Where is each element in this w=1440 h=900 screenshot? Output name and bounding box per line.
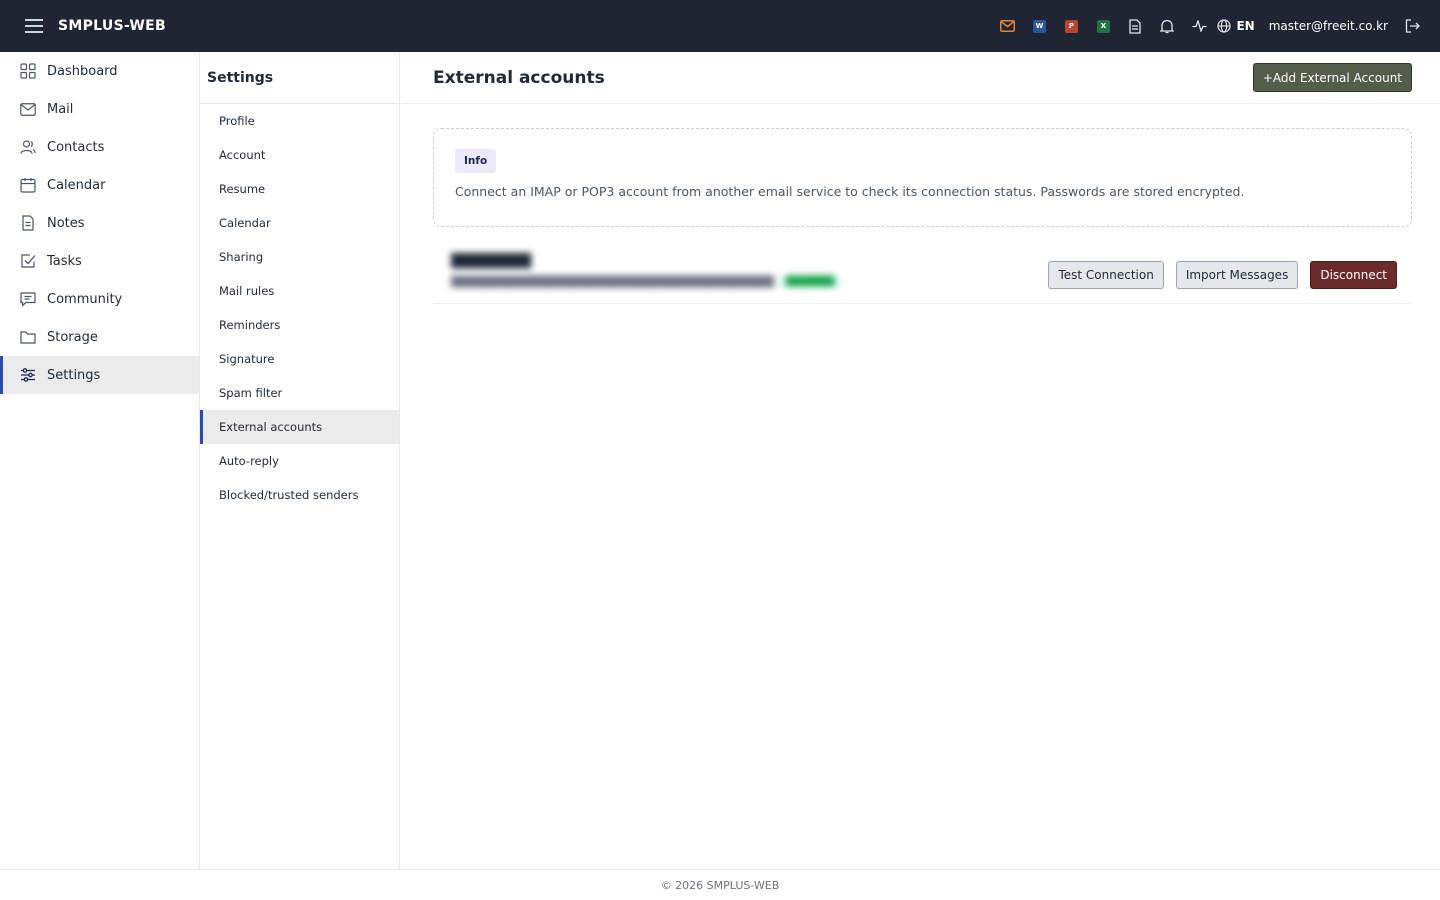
folder-icon <box>20 331 36 344</box>
contacts-icon <box>20 140 36 154</box>
add-external-account-button[interactable]: +Add External Account <box>1252 63 1412 92</box>
sidebar-item-label: Dashboard <box>47 63 118 79</box>
settings-nav-title: Settings <box>200 52 399 104</box>
note-icon <box>22 215 34 231</box>
sidebar-item-label: Mail <box>47 101 74 117</box>
account-actions: Test Connection Import Messages Disconne… <box>1048 261 1397 289</box>
sidebar-item-label: Settings <box>47 367 101 383</box>
sidebar-item-community[interactable]: Community <box>0 280 199 318</box>
settings-item-auto-reply[interactable]: Auto-reply <box>200 444 399 478</box>
footer: © 2026 SMPLUS-WEB <box>0 869 1440 900</box>
settings-item-mail-rules[interactable]: Mail rules <box>200 274 399 308</box>
settings-item-spam-filter[interactable]: Spam filter <box>200 376 399 410</box>
disconnect-button[interactable]: Disconnect <box>1310 261 1397 289</box>
info-text: Connect an IMAP or POP3 account from ano… <box>455 184 1245 199</box>
info-badge: Info <box>455 149 497 173</box>
menu-icon[interactable] <box>16 8 52 44</box>
external-account-row: ████████ ███████████████████████████████… <box>433 246 1412 304</box>
powerpoint-icon[interactable]: P <box>1055 10 1087 42</box>
settings-item-blocked-trusted-senders[interactable]: Blocked/trusted senders <box>200 478 399 512</box>
excel-letter: X <box>1096 19 1110 33</box>
sidebar-item-label: Community <box>47 291 123 307</box>
chat-icon <box>20 292 36 307</box>
language-switcher[interactable]: EN <box>1217 19 1255 33</box>
sidebar-item-storage[interactable]: Storage <box>0 318 199 356</box>
sidebar-item-contacts[interactable]: Contacts <box>0 128 199 166</box>
sidebar-item-label: Tasks <box>47 253 82 269</box>
main-content: External accounts +Add External Account … <box>401 52 1440 869</box>
settings-item-account[interactable]: Account <box>200 138 399 172</box>
test-connection-button[interactable]: Test Connection <box>1048 261 1164 289</box>
sidebar-item-settings[interactable]: Settings <box>0 356 199 394</box>
excel-icon[interactable]: X <box>1087 10 1119 42</box>
sidebar-item-label: Calendar <box>47 177 106 193</box>
task-icon <box>21 254 36 268</box>
calendar-icon <box>20 178 36 193</box>
sidebar: Dashboard Mail Contacts Calendar Notes T… <box>0 52 200 869</box>
bell-icon[interactable] <box>1151 10 1183 42</box>
settings-nav: Settings Profile Account Resume Calendar… <box>200 52 400 869</box>
sidebar-item-label: Notes <box>47 215 85 231</box>
sidebar-item-label: Storage <box>47 329 98 345</box>
settings-item-resume[interactable]: Resume <box>200 172 399 206</box>
account-meta-redacted: ████████████████████████████████████████… <box>451 276 841 288</box>
settings-item-external-accounts[interactable]: External accounts <box>200 410 399 444</box>
app-title: SMPLUS-WEB <box>58 18 167 34</box>
settings-item-calendar[interactable]: Calendar <box>200 206 399 240</box>
mail-icon[interactable] <box>991 10 1023 42</box>
sidebar-item-label: Contacts <box>47 139 105 155</box>
info-panel: Info Connect an IMAP or POP3 account fro… <box>433 128 1412 227</box>
settings-item-reminders[interactable]: Reminders <box>200 308 399 342</box>
sidebar-item-tasks[interactable]: Tasks <box>0 242 199 280</box>
sidebar-item-calendar[interactable]: Calendar <box>0 166 199 204</box>
powerpoint-letter: P <box>1064 19 1078 33</box>
account-details-redacted: ████████ ███████████████████████████████… <box>451 254 841 288</box>
logout-icon[interactable] <box>1396 10 1428 42</box>
settings-item-sharing[interactable]: Sharing <box>200 240 399 274</box>
top-bar-actions: W P X EN master@freeit.co.kr <box>991 0 1440 52</box>
user-email[interactable]: master@freeit.co.kr <box>1269 19 1388 33</box>
mail-icon <box>20 102 36 116</box>
activity-icon[interactable] <box>1183 10 1215 42</box>
top-bar: SMPLUS-WEB W P X EN master@freeit.co.kr <box>0 0 1440 52</box>
word-icon[interactable]: W <box>1023 10 1055 42</box>
word-letter: W <box>1032 19 1046 33</box>
sidebar-item-dashboard[interactable]: Dashboard <box>0 52 199 90</box>
grid-icon <box>20 63 36 79</box>
import-messages-button[interactable]: Import Messages <box>1175 261 1299 289</box>
account-address-redacted: ████████████████████████████████████████… <box>451 276 774 288</box>
page-title: External accounts <box>433 67 605 88</box>
language-label: EN <box>1236 19 1255 33</box>
settings-item-profile[interactable]: Profile <box>200 104 399 138</box>
account-name-redacted: ████████ <box>451 254 531 269</box>
globe-icon <box>1217 19 1232 33</box>
sidebar-item-notes[interactable]: Notes <box>0 204 199 242</box>
settings-item-signature[interactable]: Signature <box>200 342 399 376</box>
sidebar-item-mail[interactable]: Mail <box>0 90 199 128</box>
sliders-icon <box>21 368 35 382</box>
account-status-badge: ███████ <box>780 276 841 288</box>
document-icon[interactable] <box>1119 10 1151 42</box>
main-header: External accounts +Add External Account <box>401 52 1440 104</box>
